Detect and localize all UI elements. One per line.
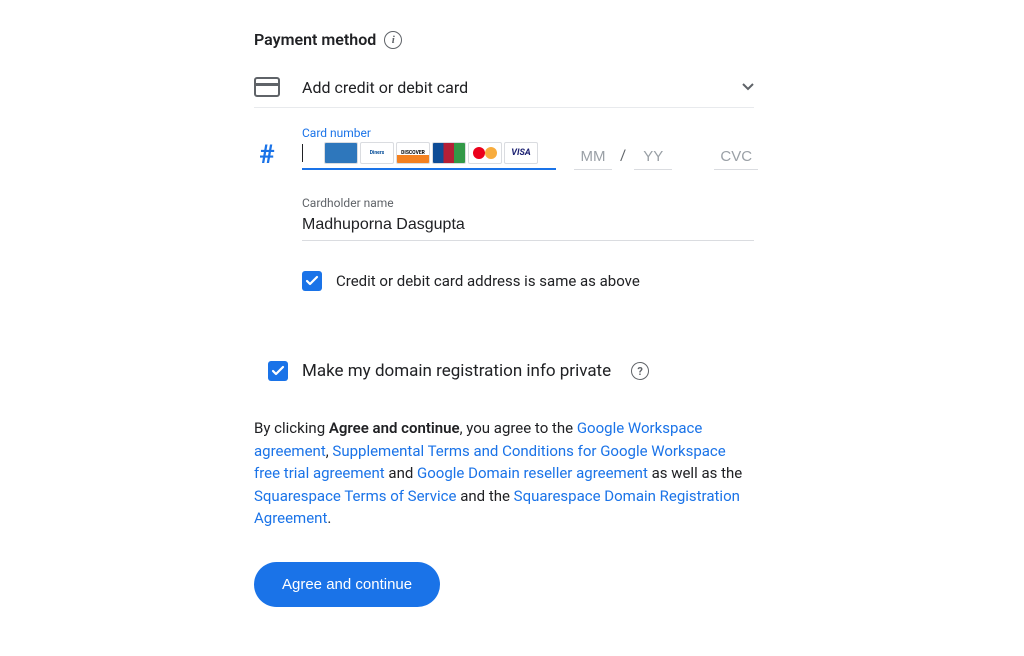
link-domain-reseller[interactable]: Google Domain reseller agreement [417, 464, 648, 482]
card-row: # Card number Diners DISCOVER VISA [254, 126, 754, 170]
cardholder-input[interactable] [302, 216, 754, 241]
card-logos: Diners DISCOVER VISA [324, 142, 538, 164]
cardholder-section: Cardholder name [302, 196, 754, 241]
legal-text: By clicking Agree and continue, you agre… [254, 417, 754, 530]
credit-card-icon [254, 77, 280, 97]
same-address-row[interactable]: Credit or debit card address is same as … [302, 271, 754, 291]
card-number-group: Card number Diners DISCOVER VISA [302, 126, 556, 170]
legal-sep4: and the [456, 487, 513, 505]
same-address-label: Credit or debit card address is same as … [336, 272, 640, 290]
legal-sep2: and [385, 464, 417, 482]
card-number-wrap[interactable]: Diners DISCOVER VISA [302, 142, 556, 170]
section-header: Payment method i [254, 30, 754, 49]
legal-sep3: as well as the [648, 464, 742, 482]
info-icon[interactable]: i [384, 31, 402, 49]
legal-prefix: By clicking [254, 419, 329, 437]
agree-continue-button[interactable]: Agree and continue [254, 562, 440, 607]
visa-logo: VISA [504, 142, 538, 164]
hash-icon: # [254, 140, 280, 170]
same-address-checkbox[interactable] [302, 271, 322, 291]
cardholder-label: Cardholder name [302, 196, 754, 210]
card-number-label: Card number [302, 126, 556, 140]
domain-private-label: Make my domain registration info private [302, 361, 611, 381]
payment-form: Payment method i Add credit or debit car… [254, 30, 754, 607]
card-number-input[interactable] [302, 144, 322, 162]
selector-label: Add credit or debit card [302, 78, 742, 97]
expiry-separator: / [620, 146, 626, 164]
domain-private-checkbox[interactable] [268, 361, 288, 381]
expiry-month-input[interactable] [574, 148, 612, 170]
diners-logo: Diners [360, 142, 394, 164]
jcb-logo [432, 142, 466, 164]
help-icon[interactable]: ? [631, 362, 649, 380]
legal-bold: Agree and continue [329, 419, 460, 437]
discover-logo: DISCOVER [396, 142, 430, 164]
link-squarespace-tos[interactable]: Squarespace Terms of Service [254, 487, 456, 505]
mastercard-logo [468, 142, 502, 164]
domain-private-row[interactable]: Make my domain registration info private… [268, 361, 754, 381]
legal-suffix: . [327, 509, 331, 527]
chevron-down-icon [742, 80, 754, 94]
payment-method-selector[interactable]: Add credit or debit card [254, 67, 754, 108]
cvc-input[interactable] [714, 148, 758, 170]
section-title: Payment method [254, 30, 376, 49]
amex-logo [324, 142, 358, 164]
legal-after-bold: , you agree to the [460, 419, 577, 437]
card-fields: Card number Diners DISCOVER VISA / [302, 126, 758, 170]
expiry-year-input[interactable] [634, 148, 672, 170]
